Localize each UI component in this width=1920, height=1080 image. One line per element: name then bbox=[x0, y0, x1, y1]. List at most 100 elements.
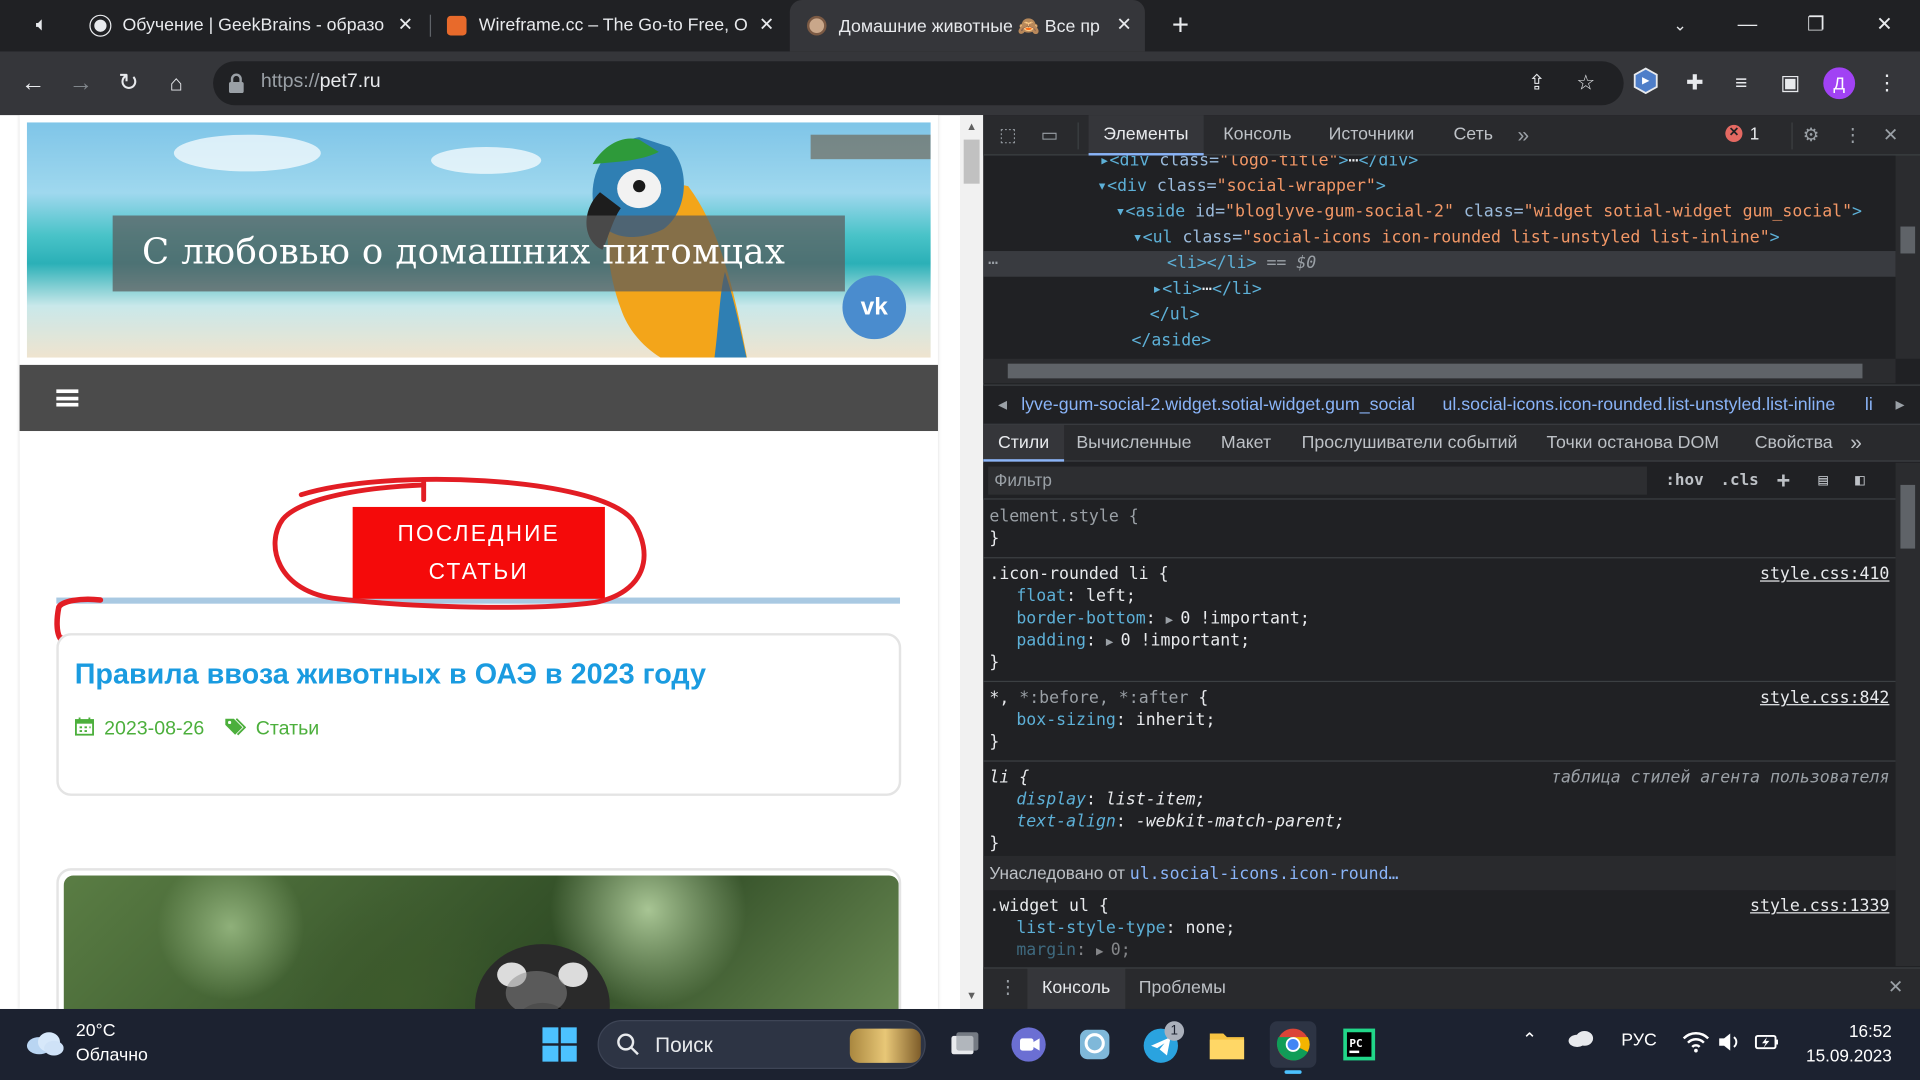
language-indicator[interactable]: РУС bbox=[1621, 1031, 1657, 1051]
devtools-menu-icon[interactable]: ⋮ bbox=[1839, 122, 1866, 149]
styles-pane[interactable]: element.style { } .icon-rounded li { sty… bbox=[983, 501, 1896, 966]
tab-elements[interactable]: Элементы bbox=[1088, 115, 1204, 156]
subtab-layout[interactable]: Макет bbox=[1221, 425, 1271, 462]
more-subtabs-chevron-icon[interactable]: » bbox=[1850, 425, 1862, 462]
subtab-styles[interactable]: Стили bbox=[983, 424, 1064, 462]
subtab-event-listeners[interactable]: Прослушиватели событий bbox=[1302, 425, 1518, 462]
forward-icon[interactable]: → bbox=[64, 66, 98, 100]
tab-search-icon[interactable]: ⌄ bbox=[1663, 10, 1697, 42]
dom-horizontal-scrollbar[interactable] bbox=[983, 358, 1896, 384]
wifi-icon[interactable] bbox=[1682, 1031, 1710, 1058]
extension-icon[interactable] bbox=[1630, 67, 1662, 99]
close-devtools-icon[interactable]: ✕ bbox=[1877, 122, 1904, 149]
error-counter[interactable]: ✕ 1 bbox=[1725, 124, 1759, 143]
bookmark-star-icon[interactable]: ☆ bbox=[1570, 67, 1602, 99]
cls-toggle[interactable]: .cls bbox=[1720, 468, 1758, 495]
share-icon[interactable]: ⇪ bbox=[1521, 67, 1553, 99]
minimize-icon[interactable]: — bbox=[1730, 10, 1764, 42]
breadcrumb-item[interactable]: li bbox=[1865, 386, 1873, 425]
breadcrumb-left-icon[interactable]: ◂ bbox=[998, 386, 1007, 425]
dom-node[interactable]: ▸<div class="logo-title">⋯</div> bbox=[1100, 156, 1419, 174]
inspect-element-icon[interactable]: ⬚ bbox=[994, 122, 1021, 149]
dom-node-selected[interactable]: ⋯ <li></li> == $0 bbox=[983, 251, 1896, 277]
settings-gear-icon[interactable]: ⚙ bbox=[1798, 122, 1825, 149]
tab-geekbrains[interactable]: Обучение | GeekBrains - образо ✕ bbox=[71, 0, 426, 51]
scroll-up-icon[interactable]: ▲ bbox=[965, 120, 978, 132]
puzzle-extensions-icon[interactable]: ✚ bbox=[1679, 67, 1711, 99]
reload-icon[interactable]: ↻ bbox=[111, 66, 145, 100]
menu-kebab-icon[interactable]: ⋮ bbox=[1871, 67, 1903, 99]
speaker-icon[interactable]: 🔈︎ bbox=[24, 10, 58, 42]
breadcrumb-right-icon[interactable]: ▸ bbox=[1896, 386, 1905, 425]
vk-social-button[interactable]: vk bbox=[842, 275, 907, 340]
tab-network[interactable]: Сеть bbox=[1453, 115, 1492, 155]
scrollbar-thumb[interactable] bbox=[1007, 363, 1863, 379]
article-title-link[interactable]: Правила ввоза животных в ОАЭ в 2023 году bbox=[75, 658, 706, 691]
dom-vertical-scrollbar[interactable] bbox=[1895, 155, 1920, 359]
dom-node[interactable]: ▸<li>⋯</li> bbox=[1152, 277, 1262, 303]
scrollbar-thumb[interactable] bbox=[1900, 226, 1916, 254]
dom-tree[interactable]: ▸<div class="logo-title">⋯</div> ▾<div c… bbox=[983, 156, 1896, 359]
style-rule-element[interactable]: element.style { } bbox=[983, 501, 1896, 559]
drawer-menu-icon[interactable]: ⋮ bbox=[994, 975, 1021, 1002]
tab-console[interactable]: Консоль bbox=[1223, 115, 1291, 155]
subtab-properties[interactable]: Свойства bbox=[1755, 425, 1833, 462]
pycharm-icon[interactable]: PC bbox=[1336, 1021, 1383, 1068]
close-drawer-icon[interactable]: ✕ bbox=[1882, 975, 1909, 1002]
article-card[interactable]: Правила ввоза животных в ОАЭ в 2023 году… bbox=[56, 633, 902, 796]
style-rule-user-agent-li[interactable]: li { таблица стилей агента пользователя … bbox=[983, 762, 1895, 856]
more-tabs-chevron-icon[interactable]: » bbox=[1510, 122, 1537, 149]
styles-scrollbar[interactable] bbox=[1895, 462, 1920, 967]
profile-avatar[interactable]: Д bbox=[1823, 67, 1856, 100]
rule-source-link[interactable]: style.css:1339 bbox=[1750, 895, 1889, 917]
tab-pets[interactable]: Домашние животные 🙈 Все пр ✕ bbox=[789, 0, 1145, 52]
restore-icon[interactable]: ❐ bbox=[1799, 10, 1833, 42]
drawer-tab-issues[interactable]: Проблемы bbox=[1139, 969, 1226, 1009]
teams-chat-icon[interactable] bbox=[1005, 1021, 1052, 1068]
scroll-down-icon[interactable]: ▼ bbox=[965, 989, 978, 1001]
system-clock[interactable]: 16:52 15.09.2023 bbox=[1800, 1019, 1892, 1068]
chrome-icon[interactable] bbox=[1269, 1021, 1317, 1074]
close-window-icon[interactable]: ✕ bbox=[1867, 10, 1901, 42]
task-view-icon[interactable] bbox=[940, 1021, 987, 1068]
scrollbar-thumb[interactable] bbox=[963, 139, 980, 184]
style-rule-icon-rounded[interactable]: .icon-rounded li { style.css:410 float: … bbox=[983, 558, 1896, 683]
style-rule-universal[interactable]: *, *:before, *:after { style.css:842 box… bbox=[983, 682, 1896, 762]
address-bar[interactable]: https://pet7.ru ⇪ ☆ bbox=[213, 61, 1624, 106]
subtab-computed[interactable]: Вычисленные bbox=[1076, 425, 1191, 462]
close-tab-icon[interactable]: ✕ bbox=[1113, 15, 1135, 37]
tab-sources[interactable]: Источники bbox=[1329, 115, 1415, 155]
style-rule-widget-ul[interactable]: .widget ul { style.css:1339 list-style-t… bbox=[983, 890, 1895, 966]
breadcrumb-item[interactable]: ul.social-icons.icon-rounded.list-unstyl… bbox=[1442, 386, 1835, 425]
breadcrumb-item[interactable]: lyve-gum-social-2.widget.sotial-widget.g… bbox=[1021, 386, 1415, 425]
media-control-icon[interactable]: ≡ bbox=[1725, 67, 1757, 99]
hov-toggle[interactable]: :hov bbox=[1665, 468, 1703, 495]
dom-node[interactable]: ▾<div class="social-wrapper"> bbox=[1097, 174, 1386, 200]
new-tab-button[interactable]: + bbox=[1163, 9, 1197, 42]
tray-overflow-chevron-icon[interactable]: ⌃ bbox=[1522, 1031, 1537, 1051]
rule-source-link[interactable]: style.css:842 bbox=[1760, 687, 1889, 709]
tab-wireframe[interactable]: Wireframe.cc – The Go-to Free, O ✕ bbox=[432, 0, 787, 51]
hamburger-menu-icon[interactable] bbox=[56, 389, 79, 407]
file-explorer-icon[interactable] bbox=[1204, 1021, 1251, 1068]
dom-node[interactable]: </aside> bbox=[1131, 328, 1211, 354]
article-card-2[interactable] bbox=[56, 868, 902, 1009]
scrollbar-thumb[interactable] bbox=[1900, 484, 1916, 549]
back-icon[interactable]: ← bbox=[16, 66, 50, 100]
dom-node[interactable]: ▾<aside id="bloglyve-gum-social-2" class… bbox=[1116, 200, 1863, 226]
page-scrollbar[interactable]: ▲ ▼ bbox=[960, 115, 984, 1009]
taskbar-search[interactable]: Поиск bbox=[597, 1020, 926, 1069]
home-icon[interactable]: ⌂ bbox=[159, 66, 193, 100]
start-windows-icon[interactable] bbox=[536, 1021, 583, 1068]
onedrive-icon[interactable] bbox=[1567, 1029, 1594, 1053]
subtab-dom-breakpoints[interactable]: Точки останова DOM bbox=[1547, 425, 1720, 462]
battery-icon[interactable] bbox=[1753, 1031, 1780, 1058]
paint-brush-icon[interactable]: ▤ bbox=[1818, 468, 1828, 495]
inherited-from-link[interactable]: ul.social-icons.icon-round… bbox=[1130, 864, 1399, 884]
feedback-app-icon[interactable] bbox=[1071, 1021, 1118, 1068]
rule-source-link[interactable]: style.css:410 bbox=[1760, 563, 1889, 585]
article-category-link[interactable]: Статьи bbox=[256, 718, 320, 740]
device-toolbar-icon[interactable]: ▭ bbox=[1036, 122, 1063, 149]
close-tab-icon[interactable]: ✕ bbox=[756, 15, 778, 37]
dom-node[interactable]: ▾<ul class="social-icons icon-rounded li… bbox=[1133, 225, 1780, 251]
